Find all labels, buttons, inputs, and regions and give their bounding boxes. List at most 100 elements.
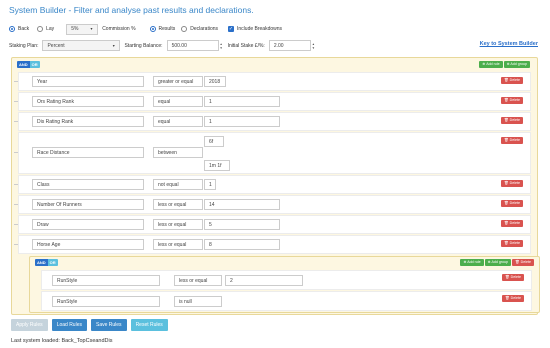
staking-plan-label: Staking Plan: <box>9 42 39 49</box>
rule-operator-value: less or equal <box>158 241 187 248</box>
chevron-down-icon: ▼ <box>112 43 116 48</box>
rule-field[interactable]: Draw <box>32 219 144 230</box>
rule-operator[interactable]: less or equal <box>153 219 203 230</box>
rule-operator-value: greater or equal <box>158 78 194 85</box>
reset-rules-button[interactable]: Reset Rules <box>130 319 168 331</box>
rule-operator-value: less or equal <box>158 221 187 228</box>
save-rules-button[interactable]: Save Rules <box>90 319 127 331</box>
group-actions: ⊕ Add rule ⊕ Add group 🗑 Delete <box>459 259 534 266</box>
add-rule-button[interactable]: ⊕ Add rule <box>460 259 484 266</box>
and-button[interactable]: AND <box>35 259 48 266</box>
and-or-toggle: AND OR <box>35 259 58 266</box>
rule-field[interactable]: Class <box>32 179 144 190</box>
rule-field[interactable]: Number Of Runners <box>32 199 144 210</box>
rule-field[interactable]: Ors Rating Rank <box>32 96 144 107</box>
delete-rule-button[interactable]: 🗑 Delete <box>501 200 523 207</box>
rule-value[interactable]: 8 <box>204 239 280 250</box>
rule-field[interactable]: Horse Age <box>32 239 144 250</box>
rule-operator[interactable]: is null <box>174 296 222 307</box>
delete-rule-button[interactable]: 🗑 Delete <box>501 97 523 104</box>
rule-row: RunStyle less or equal 2 🗑 Delete <box>41 270 532 290</box>
rule-value[interactable]: 1 <box>204 179 216 190</box>
rule-operator[interactable]: equal <box>153 116 203 127</box>
rule-operator[interactable]: equal <box>153 96 203 107</box>
rule-value-text: 1 <box>209 98 212 105</box>
apply-rules-button[interactable]: Apply Rules <box>11 319 48 331</box>
add-group-button[interactable]: ⊕ Add group <box>503 61 530 68</box>
rule-operator[interactable]: less or equal <box>153 239 203 250</box>
delete-group-button[interactable]: 🗑 Delete <box>512 259 534 266</box>
delete-rule-button[interactable]: 🗑 Delete <box>501 180 523 187</box>
options-row: Back Lay 5% ▼ Commission % Results Decla… <box>9 23 282 35</box>
nested-rule-group: AND OR ⊕ Add rule ⊕ Add group 🗑 Delete R… <box>29 256 540 313</box>
rule-value[interactable]: 14 <box>204 199 280 210</box>
delete-rule-button[interactable]: 🗑 Delete <box>502 274 524 281</box>
rule-value-text: 5 <box>209 221 212 228</box>
initial-stake-input[interactable]: 2.00 <box>268 40 311 51</box>
rule-field-value: RunStyle <box>57 277 78 284</box>
rule-row: Ors Rating Rank equal 1 🗑 Delete <box>18 92 531 111</box>
rule-operator[interactable]: between <box>153 147 203 158</box>
rule-value[interactable]: 2018 <box>204 76 226 87</box>
last-system-loaded: Last system loaded: Back_TopCseandDis <box>11 338 113 344</box>
rule-value[interactable]: 2 <box>225 275 303 286</box>
rule-value[interactable]: 5 <box>204 219 280 230</box>
rule-row: Class not equal 1 🗑 Delete <box>18 175 531 194</box>
rule-field-value: Horse Age <box>37 241 61 248</box>
delete-rule-button[interactable]: 🗑 Delete <box>502 295 524 302</box>
results-radio[interactable] <box>149 26 156 32</box>
rule-operator[interactable]: greater or equal <box>153 76 203 87</box>
delete-rule-button[interactable]: 🗑 Delete <box>501 77 523 84</box>
delete-rule-button[interactable]: 🗑 Delete <box>501 117 523 124</box>
rule-operator-value: less or equal <box>179 277 208 284</box>
rule-operator[interactable]: less or equal <box>174 275 222 286</box>
balance-stepper-icon[interactable]: ▲ ▼ <box>219 42 224 50</box>
starting-balance-input[interactable]: 500.00 <box>166 40 219 51</box>
add-group-button[interactable]: ⊕ Add group <box>484 259 512 266</box>
rule-value[interactable]: 1 <box>204 96 280 107</box>
rule-row: Year greater or equal 2018 🗑 Delete <box>18 72 531 91</box>
rule-field[interactable]: Dis Rating Rank <box>32 116 144 127</box>
delete-rule-button[interactable]: 🗑 Delete <box>501 240 523 247</box>
lay-radio[interactable] <box>37 26 44 32</box>
rule-field-value: Dis Rating Rank <box>37 118 74 125</box>
back-radio[interactable] <box>9 26 15 32</box>
rule-field-value: Draw <box>37 221 49 228</box>
declarations-radio[interactable] <box>181 26 188 32</box>
staking-row: Staking Plan: Percent ▼ Starting Balance… <box>9 40 316 51</box>
rule-group: AND OR ⊕ Add rule ⊕ Add group Year great… <box>11 57 540 315</box>
results-label: Results <box>158 26 176 32</box>
rule-operator[interactable]: not equal <box>153 179 203 190</box>
or-button[interactable]: OR <box>29 61 40 68</box>
rule-value[interactable]: 1 <box>204 116 280 127</box>
rule-field[interactable]: RunStyle <box>52 275 160 286</box>
rule-field-value: Year <box>37 78 48 85</box>
rule-operator-value: between <box>158 149 177 156</box>
staking-plan-select[interactable]: Percent ▼ <box>42 40 121 51</box>
load-rules-button[interactable]: Load Rules <box>51 319 87 331</box>
rule-field[interactable]: Race Distance <box>32 147 144 158</box>
key-to-system-builder-link[interactable]: Key to System Builder <box>480 41 538 47</box>
initial-stake-value: 2.00 <box>273 42 284 49</box>
starting-balance-value: 500.00 <box>171 42 187 49</box>
rule-value-from[interactable]: 6f <box>204 136 224 147</box>
or-button[interactable]: OR <box>47 259 58 266</box>
add-rule-button[interactable]: ⊕ Add rule <box>479 61 503 68</box>
delete-rule-button[interactable]: 🗑 Delete <box>501 220 523 227</box>
delete-rule-button[interactable]: 🗑 Delete <box>501 137 523 144</box>
rule-actions: Apply Rules Load Rules Save Rules Reset … <box>11 319 172 331</box>
rule-field[interactable]: Year <box>32 76 144 87</box>
rule-value-text: 1 <box>209 118 212 125</box>
and-button[interactable]: AND <box>17 61 30 68</box>
rule-field[interactable]: RunStyle <box>52 296 160 307</box>
breakdowns-checkbox[interactable]: ✓ <box>228 26 235 32</box>
stake-stepper-icon[interactable]: ▲ ▼ <box>311 42 316 50</box>
declarations-label: Declarations <box>190 26 219 32</box>
rule-operator[interactable]: less or equal <box>153 199 203 210</box>
commission-select[interactable]: 5% ▼ <box>66 23 99 35</box>
and-or-toggle: AND OR <box>17 61 40 68</box>
rule-row: Draw less or equal 5 🗑 Delete <box>18 215 531 234</box>
rule-value-to[interactable]: 1m 1f <box>204 160 230 171</box>
starting-balance-label: Starting Balance: <box>124 42 163 49</box>
rule-field-value: RunStyle <box>57 298 78 305</box>
